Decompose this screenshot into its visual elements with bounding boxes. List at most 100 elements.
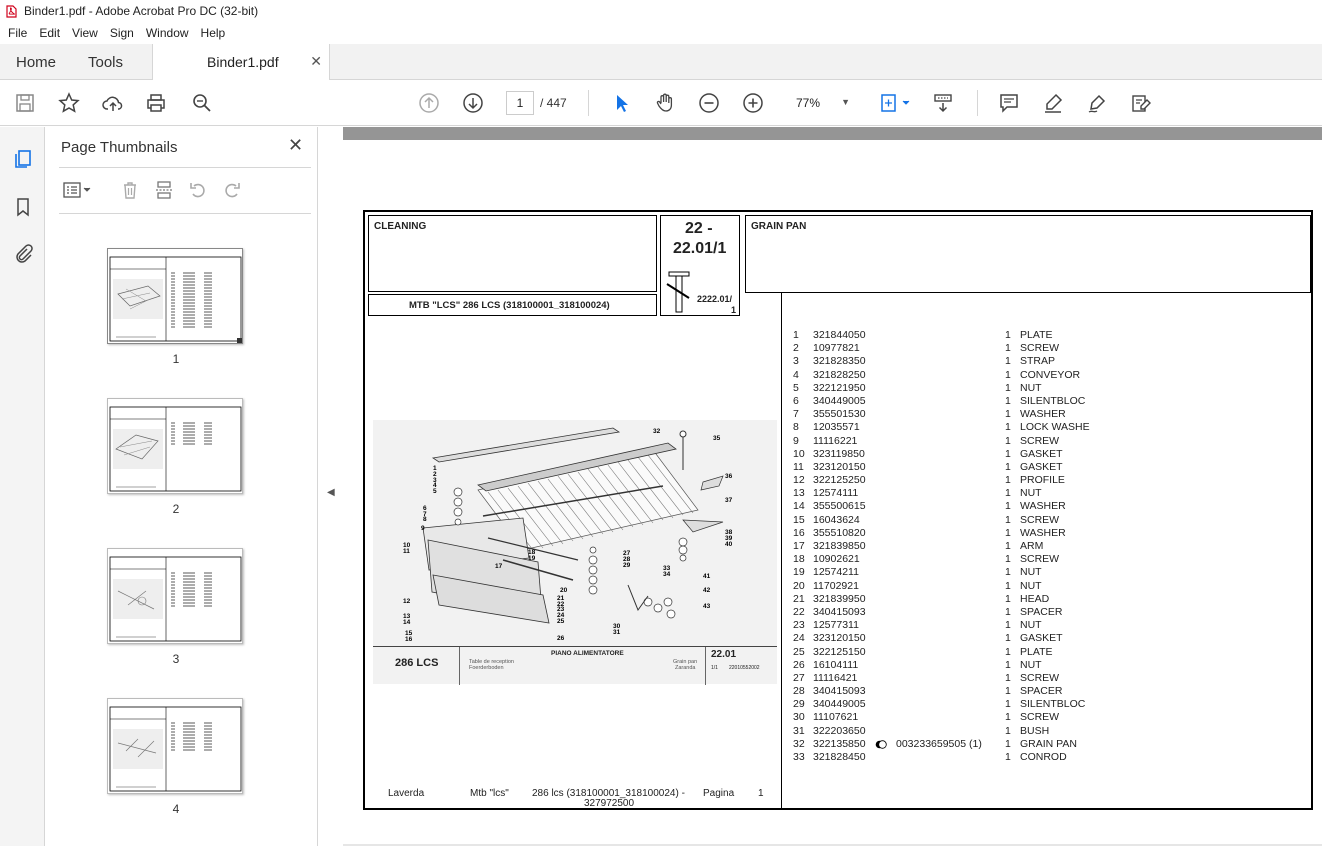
part-code: 11702921 bbox=[813, 579, 859, 592]
collapse-panel-icon[interactable]: ◀ bbox=[327, 487, 335, 498]
fill-sign-icon[interactable] bbox=[1128, 90, 1154, 116]
drawing-subtitle-es: Zaranda bbox=[675, 665, 696, 671]
part-position: 27 bbox=[793, 671, 805, 684]
close-tab-icon[interactable]: ✕ bbox=[310, 53, 322, 70]
part-quantity: 1 bbox=[1005, 381, 1011, 394]
svg-text:43: 43 bbox=[703, 603, 711, 610]
bookmarks-icon[interactable] bbox=[11, 195, 35, 219]
zoom-select[interactable]: 77% ▼ bbox=[786, 91, 856, 115]
model-title: MTB "LCS" 286 LCS (318100001_318100024) bbox=[409, 300, 610, 311]
part-position: 25 bbox=[793, 645, 805, 658]
bookmark-star-icon[interactable] bbox=[56, 90, 82, 116]
close-panel-icon[interactable]: ✕ bbox=[288, 135, 303, 156]
part-quantity: 1 bbox=[1005, 355, 1011, 368]
thumbnail-page-number: 4 bbox=[172, 802, 180, 816]
part-code: 355510820 bbox=[813, 526, 866, 539]
tab-document[interactable]: Binder1.pdf ✕ bbox=[152, 44, 330, 80]
menu-edit[interactable]: Edit bbox=[33, 26, 66, 40]
pdf-page: CLEANING MTB "LCS" 286 LCS (318100001_31… bbox=[343, 140, 1322, 844]
part-description: SCREW bbox=[1020, 434, 1060, 447]
svg-text:36: 36 bbox=[725, 473, 733, 480]
rotate-counterclockwise-icon[interactable] bbox=[187, 179, 209, 201]
part-quantity: 1 bbox=[1005, 685, 1011, 698]
part-quantity: 1 bbox=[1005, 724, 1011, 737]
part-code: 321839950 bbox=[813, 592, 866, 605]
part-code: 11116221 bbox=[813, 434, 858, 447]
footer-model: Mtb "lcs" bbox=[470, 788, 509, 799]
part-description: GASKET bbox=[1020, 460, 1063, 473]
part-code: 321828250 bbox=[813, 368, 866, 381]
zoom-value: 77% bbox=[796, 96, 821, 110]
highlight-pen-icon[interactable] bbox=[1040, 90, 1066, 116]
delete-page-icon[interactable] bbox=[119, 179, 141, 201]
menu-view[interactable]: View bbox=[66, 26, 104, 40]
part-quantity: 1 bbox=[1005, 605, 1011, 618]
part-code: 12574111 bbox=[813, 487, 859, 500]
menu-help[interactable]: Help bbox=[195, 26, 232, 40]
divider bbox=[59, 167, 311, 168]
thumbnail-page-2[interactable]: 2 bbox=[107, 398, 245, 516]
thumbnail-page-3[interactable]: 3 bbox=[107, 548, 245, 666]
upload-cloud-icon[interactable] bbox=[100, 90, 126, 116]
footer-page-number: 1 bbox=[758, 788, 764, 799]
menu-window[interactable]: Window bbox=[140, 26, 195, 40]
part-description: STRAP bbox=[1020, 355, 1056, 368]
part-position: 20 bbox=[793, 579, 805, 592]
previous-page-icon[interactable] bbox=[416, 90, 442, 116]
part-code: 340415093 bbox=[813, 605, 866, 618]
part-position: 10 bbox=[793, 447, 805, 460]
thumbnail-page-1[interactable]: 1 bbox=[107, 248, 245, 366]
thumbnail-options-icon[interactable] bbox=[61, 179, 95, 201]
drawing-title-block: 286 LCS PIANO ALIMENTATORE Table de rece… bbox=[373, 646, 777, 685]
attachments-icon[interactable] bbox=[11, 241, 35, 265]
svg-text:8: 8 bbox=[423, 516, 427, 523]
part-position: 13 bbox=[793, 487, 805, 500]
part-code: 321844050 bbox=[813, 329, 866, 341]
part-description: NUT bbox=[1020, 579, 1042, 592]
part-description: WASHER bbox=[1020, 500, 1066, 513]
svg-text:32: 32 bbox=[653, 428, 661, 435]
part-position: 21 bbox=[793, 592, 805, 605]
column-divider bbox=[781, 293, 782, 810]
svg-text:14: 14 bbox=[403, 619, 411, 626]
svg-text:16: 16 bbox=[405, 636, 413, 643]
save-icon[interactable] bbox=[12, 90, 38, 116]
next-page-icon[interactable] bbox=[460, 90, 486, 116]
part-position: 14 bbox=[793, 500, 805, 513]
extract-page-icon[interactable] bbox=[153, 179, 175, 201]
scroll-mode-icon[interactable] bbox=[930, 90, 956, 116]
page-gap bbox=[343, 127, 1322, 140]
zoom-search-icon[interactable] bbox=[189, 90, 215, 116]
part-code: 322125150 bbox=[813, 645, 866, 658]
hand-pan-icon[interactable] bbox=[652, 90, 678, 116]
page-thumbnails-icon[interactable] bbox=[11, 147, 35, 171]
part-position: 32 bbox=[793, 737, 805, 750]
print-icon[interactable] bbox=[143, 90, 169, 116]
menu-file[interactable]: File bbox=[2, 26, 33, 40]
part-description: SCREW bbox=[1020, 342, 1060, 355]
part-quantity: 1 bbox=[1005, 434, 1011, 447]
comment-icon[interactable] bbox=[996, 90, 1022, 116]
tab-home[interactable]: Home bbox=[16, 44, 56, 80]
svg-text:34: 34 bbox=[663, 571, 671, 578]
part-position: 12 bbox=[793, 474, 805, 487]
title-block-divider bbox=[459, 647, 460, 685]
subgroup-code: 22.01/1 bbox=[673, 240, 727, 257]
thumbnail-page-4[interactable]: 4 bbox=[107, 698, 245, 816]
fit-page-icon[interactable] bbox=[876, 90, 916, 116]
zoom-in-icon[interactable] bbox=[740, 90, 766, 116]
part-description: SPACER bbox=[1020, 605, 1063, 618]
menu-sign[interactable]: Sign bbox=[104, 26, 140, 40]
page-number-input[interactable]: 1 bbox=[506, 91, 534, 115]
select-cursor-icon[interactable] bbox=[608, 90, 634, 116]
zoom-out-icon[interactable] bbox=[696, 90, 722, 116]
part-code: 16043624 bbox=[813, 513, 860, 526]
part-position: 11 bbox=[793, 460, 804, 473]
rotate-clockwise-icon[interactable] bbox=[221, 179, 243, 201]
svg-text:11: 11 bbox=[403, 548, 410, 555]
tab-tools[interactable]: Tools bbox=[88, 44, 123, 80]
part-position: 28 bbox=[793, 685, 805, 698]
sign-pen-icon[interactable] bbox=[1084, 90, 1110, 116]
parts-sheet-frame: CLEANING MTB "LCS" 286 LCS (318100001_31… bbox=[363, 210, 1313, 810]
model-box: MTB "LCS" 286 LCS (318100001_318100024) bbox=[368, 294, 657, 316]
